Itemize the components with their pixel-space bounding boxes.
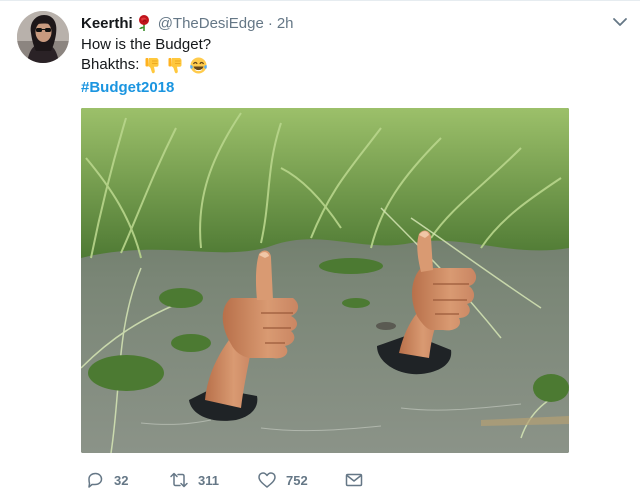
like-count: 752 <box>286 472 308 488</box>
tweet-text-bhakths: Bhakths: <box>81 56 140 73</box>
user-handle[interactable]: @TheDesiEdge <box>158 15 264 32</box>
rose-emoji-icon <box>136 14 152 32</box>
message-icon <box>345 473 363 487</box>
like-icon <box>258 472 276 488</box>
tweet-header: Keerthi @TheDesiEdge · 2h <box>81 12 294 34</box>
retweet-icon <box>170 472 188 488</box>
reply-button[interactable]: 32 <box>85 469 128 491</box>
tweet-text-line2: Bhakths: <box>81 55 208 75</box>
reply-count: 32 <box>114 472 129 488</box>
direct-message-button[interactable] <box>344 469 364 491</box>
reply-icon <box>88 472 103 488</box>
chevron-down-icon[interactable] <box>612 16 628 28</box>
thumbs-down-icon <box>143 56 162 75</box>
retweet-button[interactable]: 311 <box>169 469 219 491</box>
display-name[interactable]: Keerthi <box>81 15 133 32</box>
like-button[interactable]: 752 <box>257 469 308 491</box>
tweet-text-line1: How is the Budget? <box>81 36 212 53</box>
thumbs-down-icon <box>166 56 185 75</box>
tweet[interactable]: Keerthi @TheDesiEdge · 2h How is the Bud… <box>0 0 640 491</box>
timestamp[interactable]: 2h <box>277 15 294 32</box>
retweet-count: 311 <box>198 472 219 488</box>
face-with-tears-of-joy-icon <box>189 56 208 75</box>
avatar[interactable] <box>17 11 69 63</box>
tweet-media-photo[interactable] <box>81 108 569 453</box>
hashtag-link[interactable]: #Budget2018 <box>81 77 174 99</box>
separator-dot: · <box>267 14 273 32</box>
